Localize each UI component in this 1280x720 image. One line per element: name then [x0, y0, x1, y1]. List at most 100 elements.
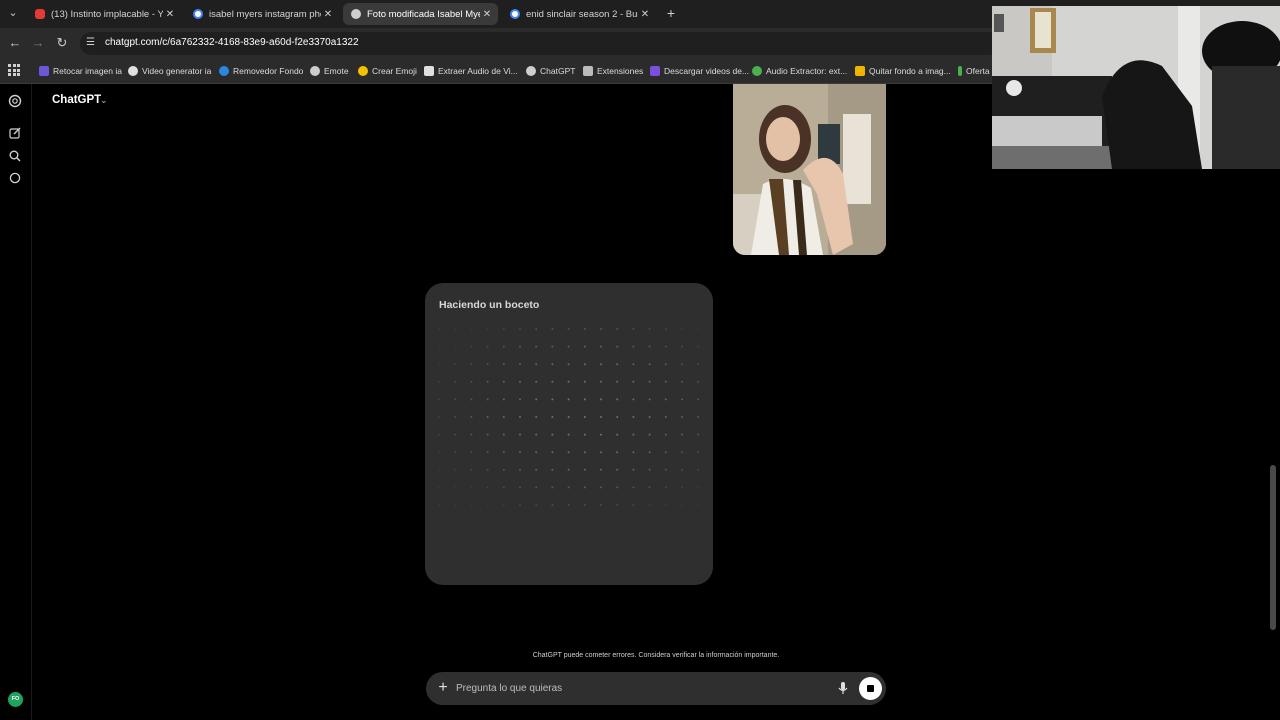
sketch-dot	[583, 433, 586, 436]
sketch-dot	[470, 433, 473, 436]
bookmark-label: Descargar videos de...	[664, 66, 750, 76]
sketch-dot	[648, 345, 651, 348]
sketch-dot	[616, 398, 619, 401]
prompt-input[interactable]	[456, 681, 836, 696]
sketch-dot	[519, 398, 521, 401]
new-tab-plus-icon[interactable]: +	[664, 5, 678, 21]
tab-google-search-enid[interactable]: enid sinclair season 2 - Buscar con Goog…	[502, 3, 656, 25]
stop-icon	[867, 685, 874, 692]
google-icon	[510, 9, 520, 19]
sketch-dot	[600, 433, 602, 436]
chat-bubble-icon[interactable]	[8, 171, 22, 185]
sketch-dot	[502, 345, 505, 348]
sketch-dot	[535, 380, 538, 383]
stop-generating-button[interactable]	[859, 677, 882, 700]
chevron-down-icon[interactable]: ⌄	[100, 95, 108, 106]
sketch-dot	[551, 468, 554, 471]
microphone-icon[interactable]	[836, 681, 850, 695]
close-icon[interactable]: ✕	[638, 9, 652, 20]
sketch-dot	[681, 468, 683, 471]
close-icon[interactable]: ✕	[321, 9, 335, 20]
sketch-dot	[567, 504, 570, 506]
bookmark-extensiones[interactable]: Extensiones	[583, 63, 643, 79]
avatar[interactable]: FO	[8, 692, 23, 707]
sketch-dot	[681, 328, 683, 330]
sketch-dot	[632, 345, 635, 348]
tab-google-search-isabel[interactable]: isabel myers instagram photos ✕	[185, 3, 339, 25]
bookmark-removedor-fondo[interactable]: Removedor Fondo	[219, 63, 303, 79]
plus-icon[interactable]: +	[435, 680, 451, 696]
sketch-dot	[470, 328, 473, 330]
forward-arrow-icon[interactable]: →	[29, 34, 47, 52]
tab-search-chevron-icon[interactable]: ⌄	[4, 4, 22, 22]
scrollbar[interactable]	[1270, 465, 1276, 630]
sketch-dot	[454, 433, 457, 436]
sketch-dot	[454, 486, 457, 489]
bookmark-icon	[128, 66, 138, 76]
bookmark-emote[interactable]: Emote	[310, 63, 349, 79]
sketch-dot	[502, 486, 505, 489]
model-selector[interactable]: ChatGPT	[52, 94, 101, 106]
apps-grid-icon[interactable]	[8, 64, 20, 76]
sketch-dot	[567, 416, 570, 418]
chat-sidebar: FO	[0, 84, 32, 720]
address-bar[interactable]: ☰ chatgpt.com/c/6a762332-4168-83e9-a60d-…	[80, 32, 1000, 55]
bookmark-chatgpt[interactable]: ChatGPT	[526, 63, 575, 79]
bookmark-label: Quitar fondo a imag...	[869, 66, 951, 76]
sketch-status-text: Haciendo un boceto	[439, 299, 540, 311]
bookmark-icon	[752, 66, 762, 76]
sketch-dot	[567, 451, 570, 454]
sketch-dot	[681, 504, 683, 506]
google-icon	[193, 9, 203, 19]
sketch-dot	[600, 398, 602, 401]
uploaded-photo[interactable]	[733, 84, 886, 255]
sketch-dot	[535, 433, 538, 436]
sketch-dot	[454, 398, 457, 401]
close-icon[interactable]: ✕	[163, 9, 177, 20]
back-arrow-icon[interactable]: ←	[6, 34, 24, 52]
sketch-dot	[664, 468, 667, 471]
sketch-dot	[697, 398, 700, 401]
sketch-dot	[454, 416, 457, 418]
bookmark-crear-emoji[interactable]: Crear Emoji	[358, 63, 417, 79]
sketch-dot	[486, 398, 489, 401]
tab-title: Foto modificada Isabel Myers	[367, 8, 480, 20]
sketch-dot	[438, 504, 440, 506]
sketch-dot	[616, 345, 619, 348]
reload-icon[interactable]: ↻	[53, 34, 71, 52]
sketch-dot	[681, 416, 683, 418]
sketch-dot	[616, 468, 619, 471]
site-settings-icon[interactable]: ☰	[86, 37, 98, 49]
sketch-dot	[486, 380, 489, 383]
sketch-dot	[519, 504, 521, 506]
new-chat-edit-icon[interactable]	[8, 126, 22, 140]
bookmark-descargar-videos[interactable]: Descargar videos de...	[650, 63, 749, 79]
sketch-dot	[519, 416, 521, 418]
sketch-dot	[616, 380, 619, 383]
bookmark-video-generator[interactable]: Video generator ia	[128, 63, 211, 79]
bookmark-retocar-imagen[interactable]: Retocar imagen ia	[39, 63, 122, 79]
tab-youtube[interactable]: (13) Instinto implacable - YouTube ✕	[27, 3, 181, 25]
sketch-dot	[681, 433, 683, 436]
sketch-dot	[551, 504, 554, 506]
sketch-dot	[648, 468, 651, 471]
sketch-dot	[664, 363, 667, 366]
bookmark-audio-extractor[interactable]: Audio Extractor: ext...	[752, 63, 847, 79]
sketch-dot	[502, 380, 505, 383]
close-icon[interactable]: ✕	[480, 9, 494, 20]
bookmark-icon	[39, 66, 49, 76]
bookmark-label: Removedor Fondo	[233, 66, 304, 76]
bookmark-oferta[interactable]: Oferta	[958, 63, 990, 79]
bookmark-label: Audio Extractor: ext...	[766, 66, 848, 76]
tab-title: isabel myers instagram photos	[209, 8, 321, 20]
search-icon[interactable]	[8, 149, 22, 163]
sketch-dot	[470, 380, 473, 383]
sketch-dot	[519, 433, 521, 436]
tab-chatgpt-active[interactable]: Foto modificada Isabel Myers ✕	[343, 3, 498, 25]
bookmark-extraer-audio[interactable]: Extraer Audio de Vi...	[424, 63, 518, 79]
sketch-dot	[632, 363, 635, 366]
sketch-dot	[632, 504, 635, 506]
sketch-dot	[470, 416, 473, 418]
bookmark-quitar-fondo[interactable]: Quitar fondo a imag...	[855, 63, 951, 79]
openai-logo-icon[interactable]	[8, 94, 22, 108]
